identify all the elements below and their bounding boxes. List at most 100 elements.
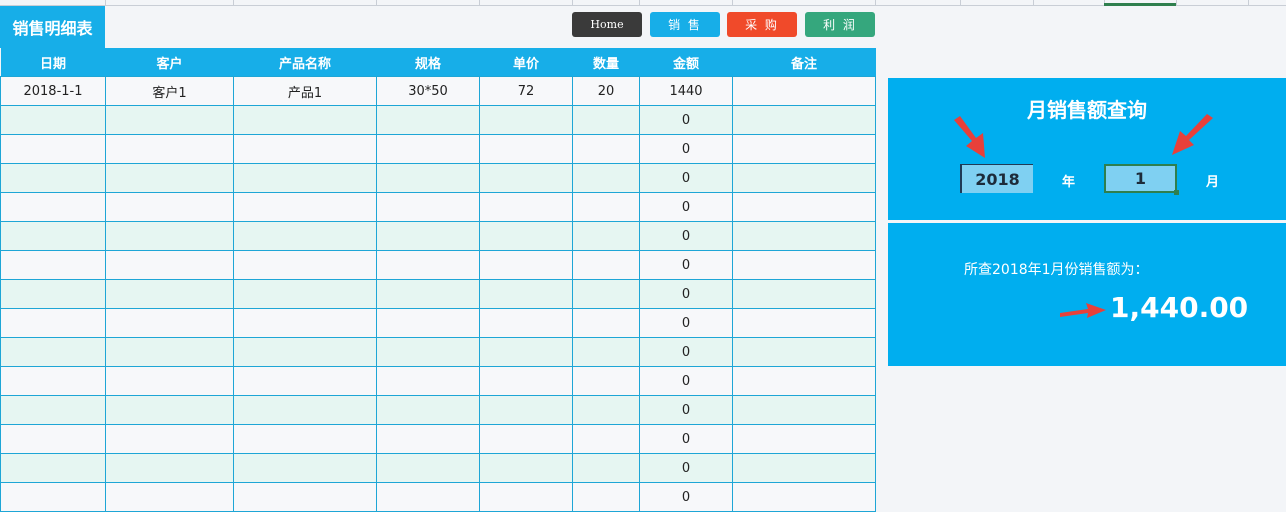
table-cell[interactable] — [105, 308, 234, 338]
table-cell[interactable] — [0, 453, 106, 483]
table-cell[interactable] — [376, 453, 480, 483]
table-cell[interactable] — [105, 105, 234, 135]
table-cell[interactable]: 产品1 — [233, 76, 377, 106]
table-cell[interactable] — [376, 163, 480, 193]
purchase-button[interactable]: 采 购 — [727, 12, 797, 37]
table-cell[interactable] — [572, 395, 640, 425]
table-cell[interactable] — [233, 453, 377, 483]
home-button[interactable]: Home — [572, 12, 642, 37]
table-cell[interactable] — [105, 134, 234, 164]
table-cell[interactable] — [732, 105, 876, 135]
table-cell[interactable] — [105, 395, 234, 425]
table-cell[interactable] — [479, 482, 573, 512]
table-cell[interactable] — [0, 395, 106, 425]
table-cell[interactable] — [572, 192, 640, 222]
table-cell[interactable] — [105, 221, 234, 251]
table-cell[interactable]: 0 — [639, 221, 733, 251]
table-cell[interactable] — [732, 76, 876, 106]
table-cell[interactable]: 0 — [639, 395, 733, 425]
table-cell[interactable]: 2018-1-1 — [0, 76, 106, 106]
table-cell[interactable] — [479, 279, 573, 309]
table-cell[interactable]: 30*50 — [376, 76, 480, 106]
table-cell[interactable] — [572, 453, 640, 483]
table-cell[interactable] — [105, 482, 234, 512]
table-cell[interactable] — [376, 395, 480, 425]
table-cell[interactable] — [0, 221, 106, 251]
table-cell[interactable] — [572, 337, 640, 367]
table-cell[interactable]: 0 — [639, 453, 733, 483]
table-cell[interactable] — [732, 250, 876, 280]
table-cell[interactable] — [0, 424, 106, 454]
table-cell[interactable] — [0, 134, 106, 164]
table-cell[interactable] — [732, 308, 876, 338]
table-cell[interactable] — [376, 192, 480, 222]
table-cell[interactable] — [572, 105, 640, 135]
table-cell[interactable] — [105, 337, 234, 367]
table-cell[interactable] — [572, 424, 640, 454]
table-cell[interactable] — [572, 482, 640, 512]
table-cell[interactable]: 0 — [639, 424, 733, 454]
table-cell[interactable] — [376, 279, 480, 309]
table-cell[interactable] — [572, 163, 640, 193]
table-cell[interactable] — [376, 337, 480, 367]
table-cell[interactable] — [572, 279, 640, 309]
table-cell[interactable] — [233, 105, 377, 135]
table-cell[interactable] — [479, 453, 573, 483]
table-cell[interactable] — [732, 134, 876, 164]
table-cell[interactable] — [479, 163, 573, 193]
table-cell[interactable] — [0, 163, 106, 193]
table-cell[interactable] — [732, 163, 876, 193]
table-cell[interactable] — [479, 221, 573, 251]
table-cell[interactable] — [732, 192, 876, 222]
table-cell[interactable] — [233, 250, 377, 280]
table-cell[interactable] — [105, 366, 234, 396]
table-cell[interactable] — [0, 250, 106, 280]
table-cell[interactable]: 0 — [639, 250, 733, 280]
table-cell[interactable] — [732, 424, 876, 454]
table-cell[interactable] — [732, 279, 876, 309]
table-cell[interactable] — [233, 424, 377, 454]
table-cell[interactable] — [233, 279, 377, 309]
profit-button[interactable]: 利 润 — [805, 12, 875, 37]
cell-fill-handle[interactable] — [1174, 190, 1179, 195]
table-cell[interactable] — [233, 192, 377, 222]
table-cell[interactable] — [479, 337, 573, 367]
table-cell[interactable]: 72 — [479, 76, 573, 106]
table-cell[interactable] — [479, 192, 573, 222]
table-cell[interactable] — [0, 105, 106, 135]
table-cell[interactable] — [732, 395, 876, 425]
table-cell[interactable]: 0 — [639, 163, 733, 193]
table-cell[interactable] — [479, 424, 573, 454]
table-cell[interactable] — [233, 482, 377, 512]
table-cell[interactable] — [0, 482, 106, 512]
table-cell[interactable] — [233, 308, 377, 338]
table-cell[interactable] — [105, 163, 234, 193]
table-cell[interactable] — [0, 279, 106, 309]
table-cell[interactable] — [0, 366, 106, 396]
month-input[interactable]: 1 — [1104, 164, 1179, 195]
table-cell[interactable]: 20 — [572, 76, 640, 106]
table-cell[interactable]: 0 — [639, 366, 733, 396]
table-cell[interactable] — [105, 424, 234, 454]
table-cell[interactable] — [479, 134, 573, 164]
table-cell[interactable] — [233, 366, 377, 396]
table-cell[interactable]: 0 — [639, 192, 733, 222]
table-cell[interactable] — [233, 134, 377, 164]
table-cell[interactable] — [105, 279, 234, 309]
table-cell[interactable] — [376, 105, 480, 135]
table-cell[interactable] — [233, 395, 377, 425]
table-cell[interactable] — [732, 337, 876, 367]
table-cell[interactable] — [376, 366, 480, 396]
table-cell[interactable]: 0 — [639, 482, 733, 512]
table-cell[interactable] — [376, 482, 480, 512]
table-cell[interactable]: 0 — [639, 337, 733, 367]
table-cell[interactable]: 0 — [639, 279, 733, 309]
table-cell[interactable] — [376, 250, 480, 280]
table-cell[interactable]: 0 — [639, 308, 733, 338]
table-cell[interactable] — [572, 250, 640, 280]
table-cell[interactable] — [479, 366, 573, 396]
table-cell[interactable] — [105, 453, 234, 483]
sales-button[interactable]: 销 售 — [650, 12, 720, 37]
table-cell[interactable]: 1440 — [639, 76, 733, 106]
table-cell[interactable] — [376, 424, 480, 454]
